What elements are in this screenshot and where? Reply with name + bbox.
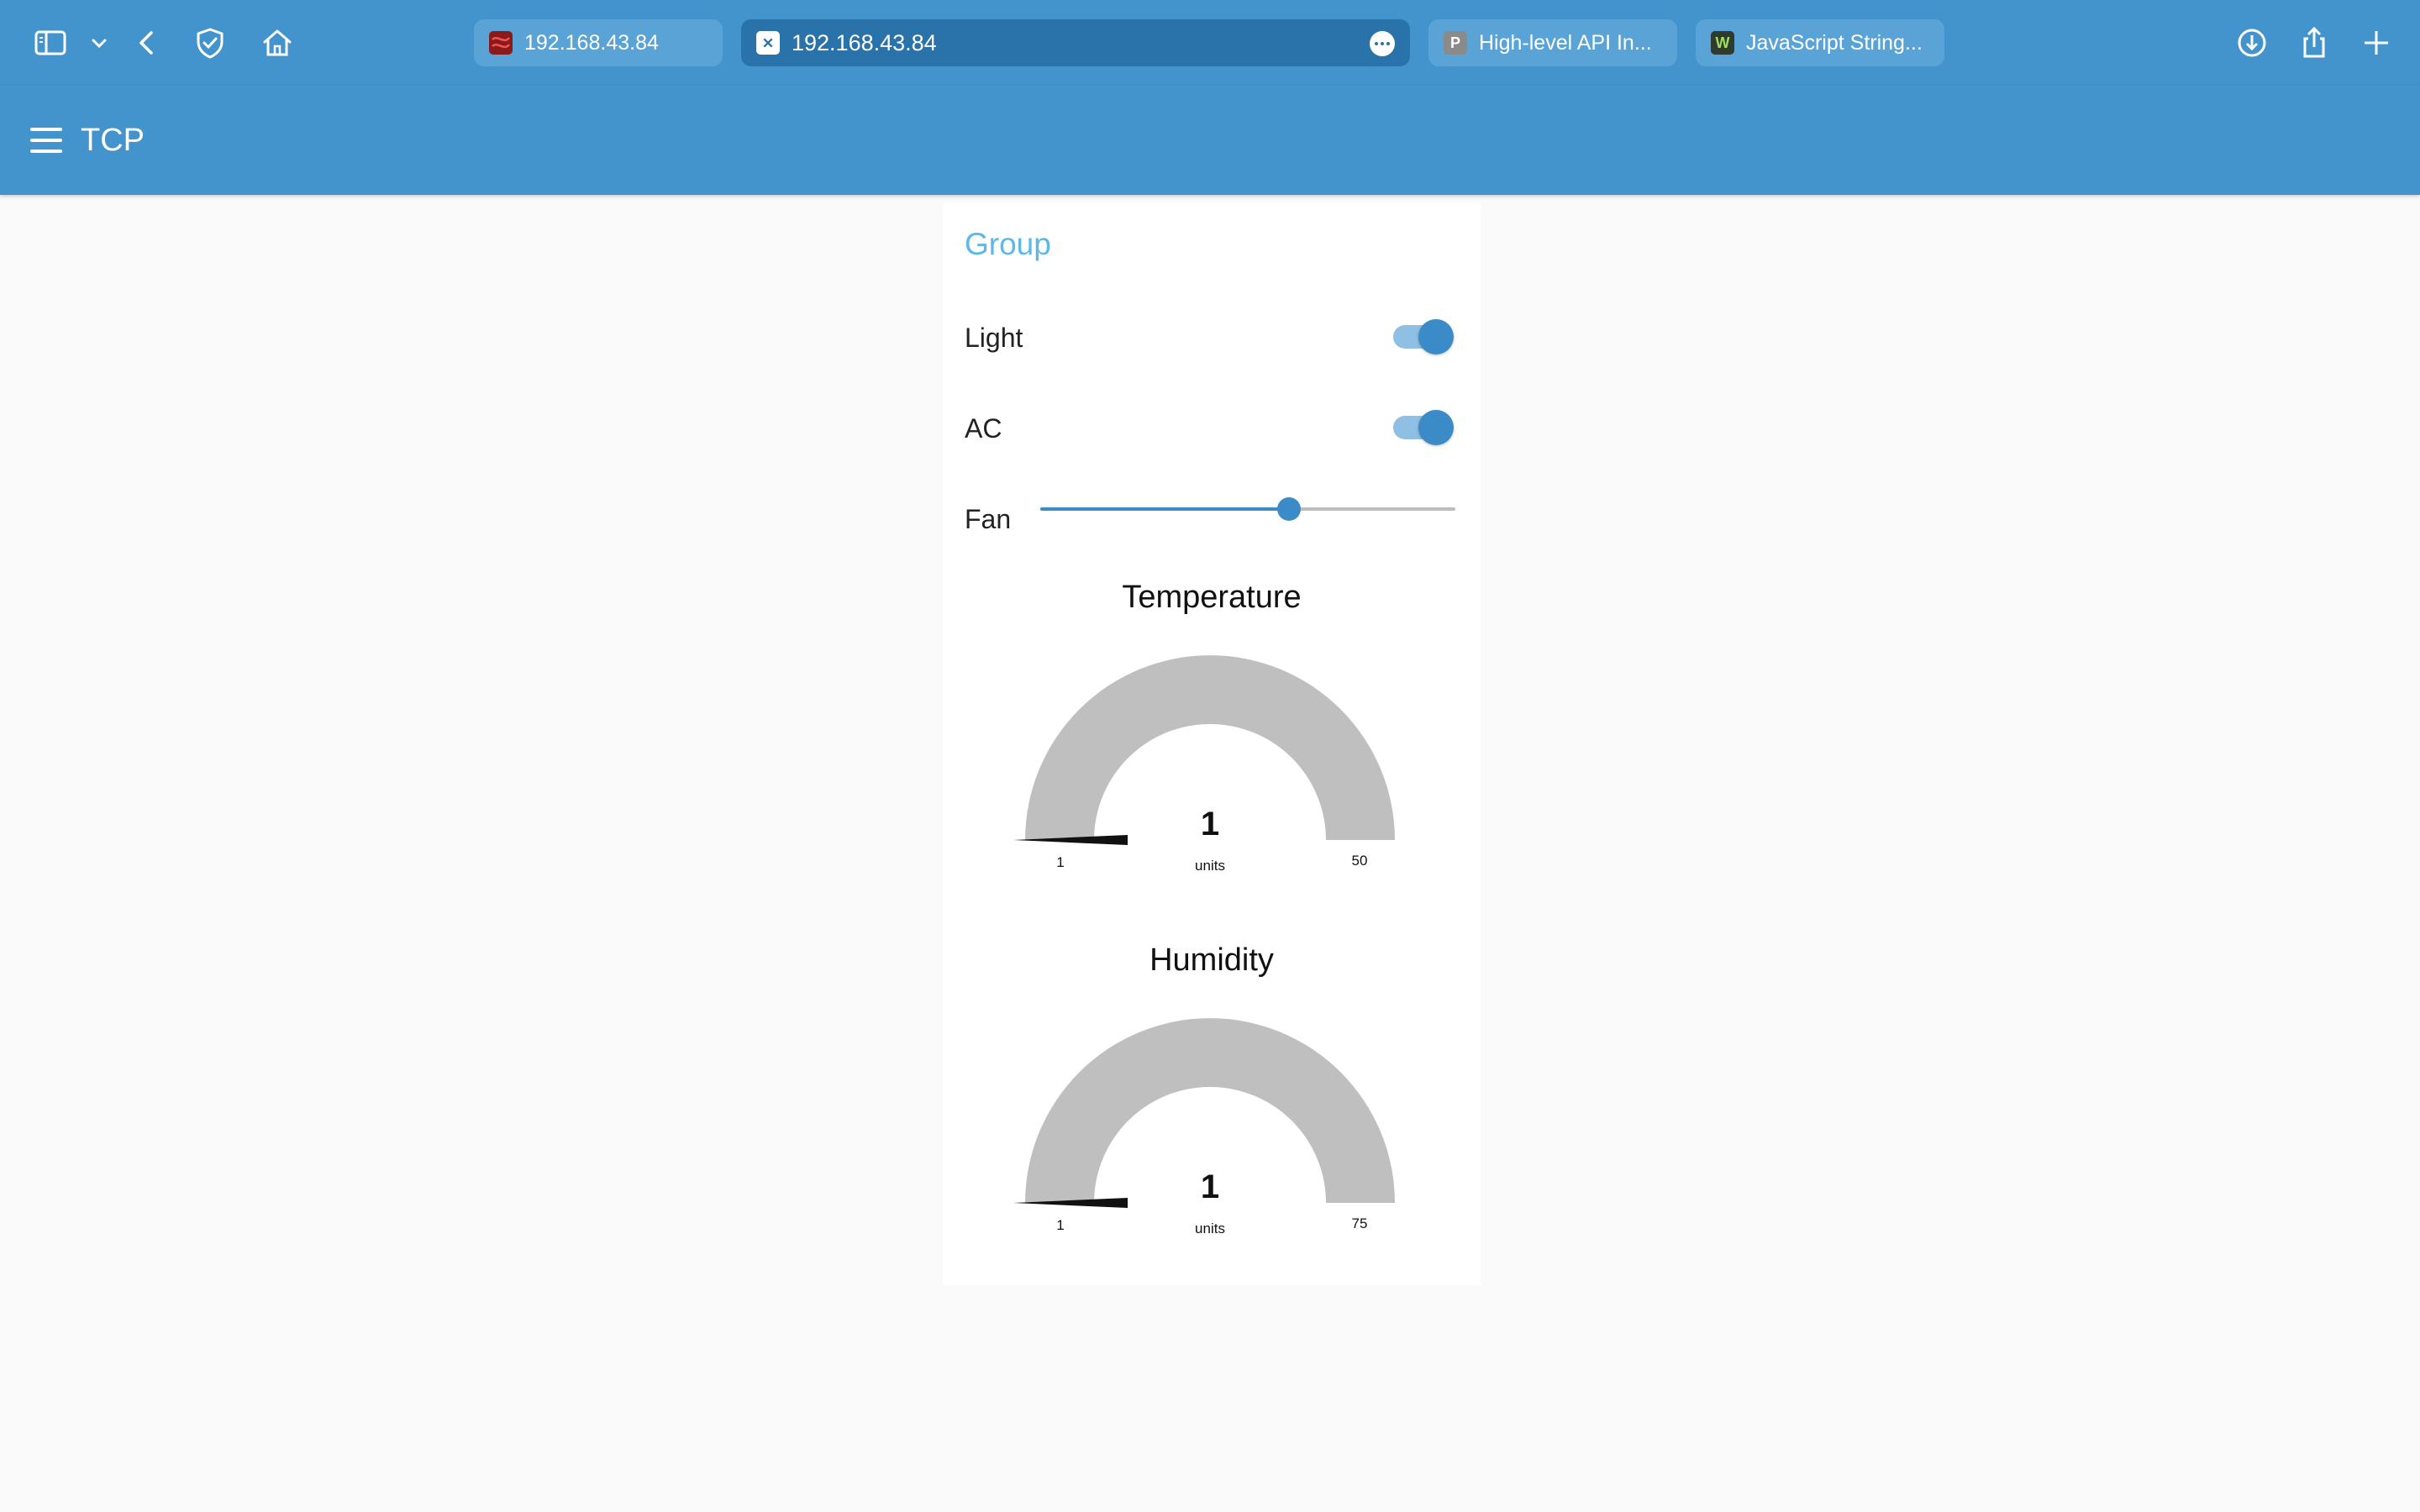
group-title: Group bbox=[965, 227, 1051, 261]
chevron-down-icon[interactable] bbox=[81, 24, 109, 61]
browser-toolbar: 192.168.43.84 192.168.43.84 P High-level… bbox=[0, 0, 2420, 86]
gauge-value: 1 bbox=[1201, 806, 1219, 843]
tab-1[interactable]: 192.168.43.84 bbox=[474, 19, 723, 66]
menu-icon[interactable] bbox=[30, 128, 62, 153]
back-icon[interactable] bbox=[129, 24, 166, 61]
light-label: Light bbox=[965, 323, 1023, 353]
gauge-units: units bbox=[1195, 858, 1225, 874]
plus-icon[interactable] bbox=[2358, 24, 2395, 61]
router-favicon-icon bbox=[489, 31, 513, 55]
share-icon[interactable] bbox=[2296, 24, 2333, 61]
fan-label: Fan bbox=[965, 504, 1012, 534]
page-title: TCP bbox=[81, 123, 145, 158]
temperature-title: Temperature bbox=[1122, 580, 1302, 615]
gauge-max: 50 bbox=[1352, 853, 1368, 869]
home-icon[interactable] bbox=[259, 24, 296, 61]
group-card: Group Light AC Fan Temperature 1 units 1… bbox=[943, 203, 1481, 1285]
gauge-value: 1 bbox=[1201, 1168, 1219, 1205]
ac-switch[interactable] bbox=[1393, 410, 1454, 445]
slider-thumb[interactable] bbox=[1277, 497, 1302, 521]
tab-4[interactable]: W JavaScript String... bbox=[1696, 19, 1944, 66]
light-switch[interactable] bbox=[1393, 319, 1454, 354]
ac-label: AC bbox=[965, 413, 1002, 444]
gauge-max: 75 bbox=[1352, 1215, 1368, 1231]
slider-fill bbox=[1040, 507, 1290, 511]
more-options-icon[interactable] bbox=[1370, 31, 1395, 56]
tab-2[interactable]: 192.168.43.84 bbox=[741, 19, 1410, 66]
humidity-title: Humidity bbox=[1150, 942, 1274, 978]
tab-title: JavaScript String... bbox=[1746, 30, 1923, 55]
close-tab-icon[interactable] bbox=[756, 31, 780, 55]
app-header: TCP bbox=[0, 86, 2420, 195]
fan-slider[interactable] bbox=[1040, 492, 1455, 526]
gauge-min: 1 bbox=[1056, 1217, 1064, 1233]
w-favicon-icon: W bbox=[1711, 31, 1734, 55]
tab-3[interactable]: P High-level API In... bbox=[1428, 19, 1677, 66]
sidebar-icon[interactable] bbox=[32, 24, 69, 61]
temperature-gauge: 1 units 1 50 bbox=[943, 648, 1481, 926]
tab-title: High-level API In... bbox=[1479, 30, 1652, 55]
p-favicon-icon: P bbox=[1444, 31, 1467, 55]
download-icon[interactable] bbox=[2233, 24, 2270, 61]
gauge-min: 1 bbox=[1056, 854, 1064, 870]
tab-title: 192.168.43.84 bbox=[792, 29, 937, 55]
tab-title: 192.168.43.84 bbox=[524, 30, 659, 55]
gauge-units: units bbox=[1195, 1221, 1225, 1236]
humidity-gauge: 1 units 1 75 bbox=[943, 1011, 1481, 1289]
shield-icon[interactable] bbox=[192, 24, 229, 61]
